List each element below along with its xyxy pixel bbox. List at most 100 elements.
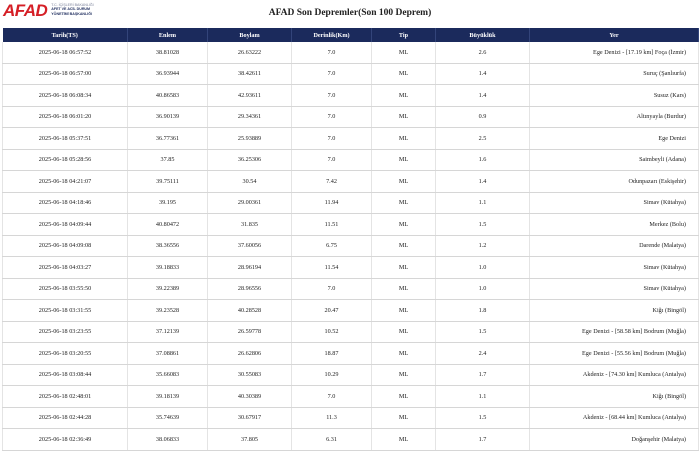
- depth-cell: 7.0: [291, 106, 372, 128]
- latitude-cell: 39.23528: [127, 299, 208, 322]
- date-cell: 2025-06-18 02:36:49: [2, 428, 128, 451]
- depth-cell: 10.52: [291, 321, 372, 343]
- date-cell: 2025-06-18 03:23:55: [2, 321, 128, 343]
- latitude-cell: 40.86583: [127, 84, 208, 107]
- date-cell: 2025-06-18 06:01:20: [2, 106, 128, 128]
- latitude-cell: 39.22389: [127, 278, 208, 300]
- depth-column-header[interactable]: Derinlik(Km): [291, 28, 372, 42]
- date-cell: 2025-06-18 03:55:50: [2, 278, 128, 300]
- table-row[interactable]: 2025-06-18 06:57:00 36.93944 38.42611 7.0 ML…: [2, 63, 699, 85]
- latitude-column-header[interactable]: Enlem: [127, 28, 208, 42]
- latitude-cell: 39.195: [127, 192, 208, 214]
- table-row[interactable]: 2025-06-18 02:48:01 39.18139 40.30389 7.0 ML…: [2, 385, 699, 408]
- magnitude-cell: 1.4: [435, 170, 530, 193]
- type-cell: ML: [371, 63, 436, 85]
- table-row[interactable]: 2025-06-18 03:20:55 37.08861 26.62806 18.87…: [2, 342, 699, 365]
- depth-cell: 10.29: [291, 364, 372, 386]
- depth-cell: 7.0: [291, 127, 372, 150]
- location-cell: Ege Denizi - [55.56 km] Bodrum (Muğla): [529, 342, 699, 365]
- date-cell: 2025-06-18 03:31:55: [2, 299, 128, 322]
- type-cell: ML: [371, 42, 436, 64]
- table-row[interactable]: 2025-06-18 03:23:55 37.12139 26.59778 10.52…: [2, 321, 699, 343]
- depth-cell: 11.51: [291, 213, 372, 236]
- table-row[interactable]: 2025-06-18 04:09:44 40.80472 31.835 11.51 ML…: [2, 213, 699, 236]
- magnitude-cell: 2.6: [435, 42, 530, 64]
- longitude-cell: 31.835: [207, 213, 292, 236]
- table-row[interactable]: 2025-06-18 04:09:08 38.36556 37.60056 6.75 M…: [2, 235, 699, 257]
- date-cell: 2025-06-18 05:28:56: [2, 149, 128, 171]
- date-cell: 2025-06-18 04:21:07: [2, 170, 128, 193]
- location-cell: Akdeniz - [74.30 km] Kumluca (Antalya): [529, 364, 699, 386]
- location-cell: Saimbeyli (Adana): [529, 149, 699, 171]
- location-cell: Kiğı (Bingöl): [529, 385, 699, 408]
- depth-cell: 11.3: [291, 407, 372, 429]
- date-cell: 2025-06-18 03:20:55: [2, 342, 128, 365]
- magnitude-cell: 1.2: [435, 235, 530, 257]
- table-row[interactable]: 2025-06-18 05:37:51 36.77361 25.93889 7.0 ML…: [2, 127, 699, 150]
- table-row[interactable]: 2025-06-18 02:36:49 38.06833 37.805 6.31 ML 1…: [2, 428, 699, 451]
- table-row[interactable]: 2025-06-18 06:08:34 40.86583 42.93611 7.0 ML…: [2, 84, 699, 107]
- location-cell: Akdeniz - [68.44 km] Kumluca (Antalya): [529, 407, 699, 429]
- location-cell: Merkez (Bolu): [529, 213, 699, 236]
- date-cell: 2025-06-18 02:48:01: [2, 385, 128, 408]
- longitude-cell: 26.62806: [207, 342, 292, 365]
- table-row[interactable]: 2025-06-18 04:03:27 39.18833 28.96194 11.54…: [2, 256, 699, 279]
- location-cell: Altınyayla (Burdur): [529, 106, 699, 128]
- latitude-cell: 38.81028: [127, 42, 208, 64]
- page-title: AFAD Son Depremler(Son 100 Deprem): [268, 8, 432, 18]
- type-cell: ML: [371, 299, 436, 322]
- longitude-cell: 30.54: [207, 170, 292, 193]
- location-cell: Simav (Kütahya): [529, 256, 699, 279]
- type-cell: ML: [371, 235, 436, 257]
- longitude-cell: 30.67917: [207, 407, 292, 429]
- magnitude-cell: 1.4: [435, 84, 530, 107]
- magnitude-column-header[interactable]: Büyüklük: [435, 28, 530, 42]
- longitude-cell: 37.805: [207, 428, 292, 451]
- latitude-cell: 36.93944: [127, 63, 208, 85]
- type-column-header[interactable]: Tip: [371, 28, 436, 42]
- magnitude-cell: 1.1: [435, 192, 530, 214]
- magnitude-cell: 1.7: [435, 428, 530, 451]
- longitude-cell: 40.28528: [207, 299, 292, 322]
- latitude-cell: 40.80472: [127, 213, 208, 236]
- table-row[interactable]: 2025-06-18 05:28:56 37.85 36.25306 7.0 ML 1.6…: [2, 149, 699, 171]
- depth-cell: 7.0: [291, 63, 372, 85]
- table-row[interactable]: 2025-06-18 03:55:50 39.22389 28.96556 7.0 ML…: [2, 278, 699, 300]
- depth-cell: 7.0: [291, 149, 372, 171]
- location-cell: Kiğı (Bingöl): [529, 299, 699, 322]
- table-header-row: Tarih(TS) Enlem Boylam Derinlik(Km) Tip Büyük…: [2, 28, 699, 42]
- latitude-cell: 36.90139: [127, 106, 208, 128]
- date-cell: 2025-06-18 04:03:27: [2, 256, 128, 279]
- latitude-cell: 35.66083: [127, 364, 208, 386]
- longitude-cell: 36.25306: [207, 149, 292, 171]
- type-cell: ML: [371, 192, 436, 214]
- table-row[interactable]: 2025-06-18 03:08:44 35.66083 30.55083 10.29…: [2, 364, 699, 386]
- location-column-header[interactable]: Yer: [529, 28, 699, 42]
- depth-cell: 11.54: [291, 256, 372, 279]
- table-row[interactable]: 2025-06-18 03:31:55 39.23528 40.28528 20.47…: [2, 299, 699, 322]
- latitude-cell: 37.85: [127, 149, 208, 171]
- magnitude-cell: 1.4: [435, 63, 530, 85]
- depth-cell: 6.31: [291, 428, 372, 451]
- table-row[interactable]: 2025-06-18 04:21:07 39.75111 30.54 7.42 ML 1.…: [2, 170, 699, 193]
- latitude-cell: 39.18139: [127, 385, 208, 408]
- location-cell: Odunpazarı (Eskişehir): [529, 170, 699, 193]
- date-column-header[interactable]: Tarih(TS): [2, 28, 128, 42]
- latitude-cell: 37.08861: [127, 342, 208, 365]
- location-cell: Doğanşehir (Malatya): [529, 428, 699, 451]
- table-row[interactable]: 2025-06-18 06:57:52 38.81028 26.63222 7.0 ML…: [2, 42, 699, 64]
- table-row[interactable]: 2025-06-18 02:44:28 35.74639 30.67917 11.3 M…: [2, 407, 699, 429]
- type-cell: ML: [371, 385, 436, 408]
- type-cell: ML: [371, 364, 436, 386]
- magnitude-cell: 1.5: [435, 407, 530, 429]
- magnitude-cell: 1.8: [435, 299, 530, 322]
- depth-cell: 7.0: [291, 385, 372, 408]
- date-cell: 2025-06-18 06:08:34: [2, 84, 128, 107]
- magnitude-cell: 1.1: [435, 385, 530, 408]
- longitude-column-header[interactable]: Boylam: [207, 28, 292, 42]
- longitude-cell: 42.93611: [207, 84, 292, 107]
- table-row[interactable]: 2025-06-18 04:18:46 39.195 29.00361 11.94 ML…: [2, 192, 699, 214]
- table-row[interactable]: 2025-06-18 06:01:20 36.90139 29.34361 7.0 ML…: [2, 106, 699, 128]
- date-cell: 2025-06-18 04:18:46: [2, 192, 128, 214]
- longitude-cell: 40.30389: [207, 385, 292, 408]
